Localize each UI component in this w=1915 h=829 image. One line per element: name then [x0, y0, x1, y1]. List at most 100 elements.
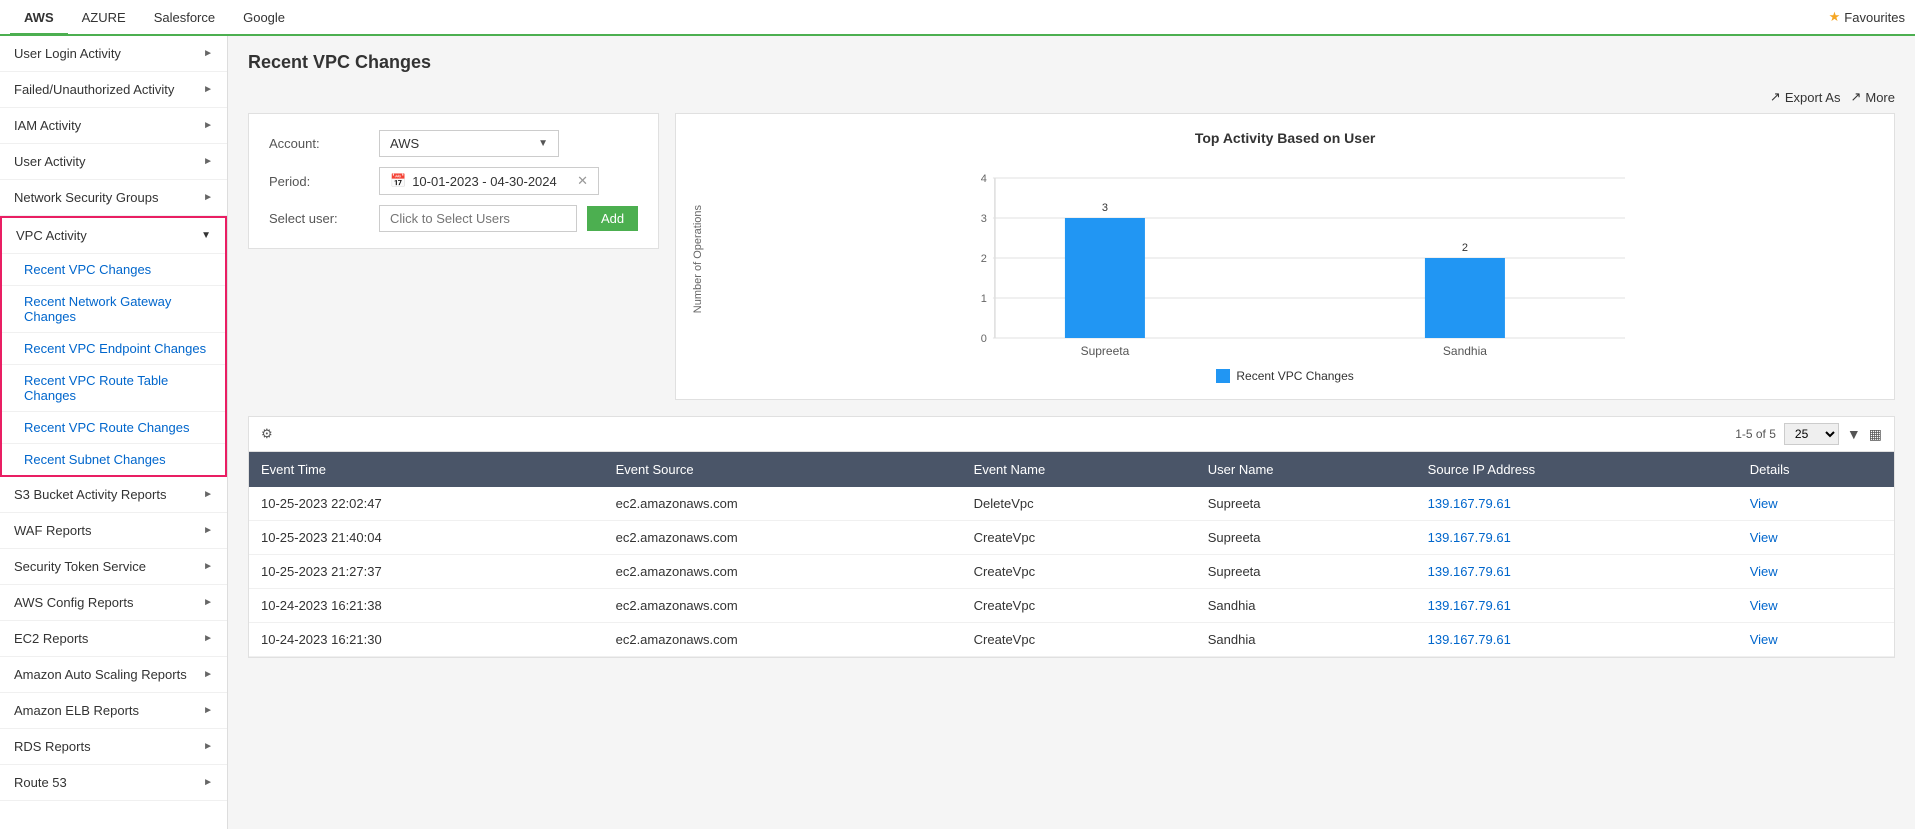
more-icon: ↗	[1850, 89, 1861, 105]
sidebar-item-user-activity[interactable]: User Activity ►	[0, 144, 227, 180]
cell-event-name: CreateVpc	[962, 521, 1196, 555]
sidebar-subitem-recent-network-gateway-changes[interactable]: Recent Network Gateway Changes	[2, 285, 225, 332]
period-date-input[interactable]: 📅 10-01-2023 - 04-30-2024 ✕	[379, 167, 599, 195]
data-table: Event Time Event Source Event Name User …	[249, 452, 1894, 657]
cell-user-name: Sandhia	[1196, 589, 1416, 623]
chart-section: Top Activity Based on User Number of Ope…	[675, 113, 1895, 400]
chevron-right-icon: ►	[203, 192, 213, 203]
tab-google[interactable]: Google	[229, 2, 299, 35]
sidebar-item-s3-bucket[interactable]: S3 Bucket Activity Reports ►	[0, 477, 227, 513]
chart-title: Top Activity Based on User	[692, 130, 1878, 146]
sidebar-item-rds-reports[interactable]: RDS Reports ►	[0, 729, 227, 765]
sidebar-subitem-recent-subnet-changes[interactable]: Recent Subnet Changes	[2, 443, 225, 475]
cell-source-ip[interactable]: 139.167.79.61	[1416, 555, 1738, 589]
chevron-right-icon: ►	[203, 777, 213, 788]
sidebar-subitem-recent-vpc-route-table-changes[interactable]: Recent VPC Route Table Changes	[2, 364, 225, 411]
cell-source-ip[interactable]: 139.167.79.61	[1416, 589, 1738, 623]
page-size-select[interactable]: 25 50 100	[1784, 423, 1839, 445]
sidebar-subitem-recent-vpc-changes[interactable]: Recent VPC Changes	[2, 253, 225, 285]
sidebar-item-user-login-activity[interactable]: User Login Activity ►	[0, 36, 227, 72]
bar-supreeta[interactable]	[1065, 218, 1145, 338]
sidebar-subitem-recent-vpc-route-changes[interactable]: Recent VPC Route Changes	[2, 411, 225, 443]
chevron-down-icon: ▼	[201, 230, 211, 241]
chevron-right-icon: ►	[203, 741, 213, 752]
cell-details[interactable]: View	[1738, 521, 1894, 555]
period-filter-row: Period: 📅 10-01-2023 - 04-30-2024 ✕	[269, 167, 638, 195]
sidebar-item-network-security-groups[interactable]: Network Security Groups ►	[0, 180, 227, 216]
cell-source-ip[interactable]: 139.167.79.61	[1416, 521, 1738, 555]
y-axis-label: Number of Operations	[692, 205, 704, 313]
sidebar-item-amazon-elb-reports[interactable]: Amazon ELB Reports ►	[0, 693, 227, 729]
cell-event-source: ec2.amazonaws.com	[604, 555, 962, 589]
sidebar-item-route-53[interactable]: Route 53 ►	[0, 765, 227, 801]
table-section: ⚙ 1-5 of 5 25 50 100 ▼ ▦ Event Time Even…	[248, 416, 1895, 658]
col-details: Details	[1738, 452, 1894, 487]
cell-event-name: DeleteVpc	[962, 487, 1196, 521]
svg-text:4: 4	[981, 173, 987, 185]
table-toolbar: ⚙ 1-5 of 5 25 50 100 ▼ ▦	[249, 417, 1894, 452]
main-layout: User Login Activity ► Failed/Unauthorize…	[0, 36, 1915, 829]
svg-text:3: 3	[1102, 202, 1108, 214]
cell-details[interactable]: View	[1738, 623, 1894, 657]
chevron-right-icon: ►	[203, 489, 213, 500]
sidebar-item-iam-activity[interactable]: IAM Activity ►	[0, 108, 227, 144]
svg-text:0: 0	[981, 333, 987, 345]
cell-details[interactable]: View	[1738, 487, 1894, 521]
sidebar-item-ec2-reports[interactable]: EC2 Reports ►	[0, 621, 227, 657]
cell-event-time: 10-24-2023 16:21:38	[249, 589, 604, 623]
clear-date-icon[interactable]: ✕	[577, 173, 588, 189]
table-header-row: Event Time Event Source Event Name User …	[249, 452, 1894, 487]
cell-source-ip[interactable]: 139.167.79.61	[1416, 487, 1738, 521]
chevron-right-icon: ►	[203, 156, 213, 167]
cell-details[interactable]: View	[1738, 589, 1894, 623]
more-button[interactable]: ↗ More	[1850, 89, 1895, 105]
cell-event-source: ec2.amazonaws.com	[604, 623, 962, 657]
add-user-button[interactable]: Add	[587, 206, 638, 231]
svg-text:Sandhia: Sandhia	[1443, 344, 1487, 358]
svg-text:1: 1	[981, 293, 987, 305]
main-content: Recent VPC Changes ↗ Export As ↗ More Ac…	[228, 36, 1915, 829]
user-select-input[interactable]	[379, 205, 577, 232]
chart-container: 0 1 2 3 4 3	[712, 158, 1878, 361]
col-event-source: Event Source	[604, 452, 962, 487]
sidebar: User Login Activity ► Failed/Unauthorize…	[0, 36, 228, 829]
cell-details[interactable]: View	[1738, 555, 1894, 589]
svg-text:2: 2	[981, 253, 987, 265]
svg-text:Supreeta: Supreeta	[1081, 344, 1130, 358]
sidebar-item-waf-reports[interactable]: WAF Reports ►	[0, 513, 227, 549]
tab-salesforce[interactable]: Salesforce	[140, 2, 229, 35]
tab-azure[interactable]: AZURE	[68, 2, 140, 35]
favourites-button[interactable]: ★ Favourites	[1829, 9, 1905, 25]
vpc-activity-group: VPC Activity ▼ Recent VPC Changes Recent…	[0, 216, 227, 477]
bar-sandhia[interactable]	[1425, 258, 1505, 338]
sidebar-item-security-token-service[interactable]: Security Token Service ►	[0, 549, 227, 585]
cell-event-name: CreateVpc	[962, 623, 1196, 657]
export-as-button[interactable]: ↗ Export As	[1770, 89, 1841, 105]
dropdown-arrow-icon: ▼	[538, 138, 548, 149]
account-filter-row: Account: AWS ▼	[269, 130, 638, 157]
cell-event-time: 10-25-2023 21:40:04	[249, 521, 604, 555]
chevron-right-icon: ►	[203, 669, 213, 680]
chevron-right-icon: ►	[203, 84, 213, 95]
cell-source-ip[interactable]: 139.167.79.61	[1416, 623, 1738, 657]
filter-icon[interactable]: ▼	[1847, 426, 1861, 442]
select-user-label: Select user:	[269, 211, 369, 226]
settings-icon[interactable]: ⚙	[261, 426, 273, 442]
columns-icon[interactable]: ▦	[1869, 426, 1882, 443]
table-row: 10-25-2023 22:02:47 ec2.amazonaws.com De…	[249, 487, 1894, 521]
star-icon: ★	[1829, 9, 1841, 25]
col-user-name: User Name	[1196, 452, 1416, 487]
sidebar-item-failed-unauthorized[interactable]: Failed/Unauthorized Activity ►	[0, 72, 227, 108]
chevron-right-icon: ►	[203, 120, 213, 131]
account-select[interactable]: AWS ▼	[379, 130, 559, 157]
sidebar-item-vpc-activity[interactable]: VPC Activity ▼	[2, 218, 225, 253]
sidebar-item-aws-config-reports[interactable]: AWS Config Reports ►	[0, 585, 227, 621]
sidebar-subitem-recent-vpc-endpoint-changes[interactable]: Recent VPC Endpoint Changes	[2, 332, 225, 364]
chevron-right-icon: ►	[203, 597, 213, 608]
tab-aws[interactable]: AWS	[10, 2, 68, 35]
sidebar-item-amazon-auto-scaling[interactable]: Amazon Auto Scaling Reports ►	[0, 657, 227, 693]
cell-user-name: Supreeta	[1196, 555, 1416, 589]
cell-event-name: CreateVpc	[962, 555, 1196, 589]
svg-text:2: 2	[1462, 242, 1468, 254]
cell-event-time: 10-24-2023 16:21:30	[249, 623, 604, 657]
